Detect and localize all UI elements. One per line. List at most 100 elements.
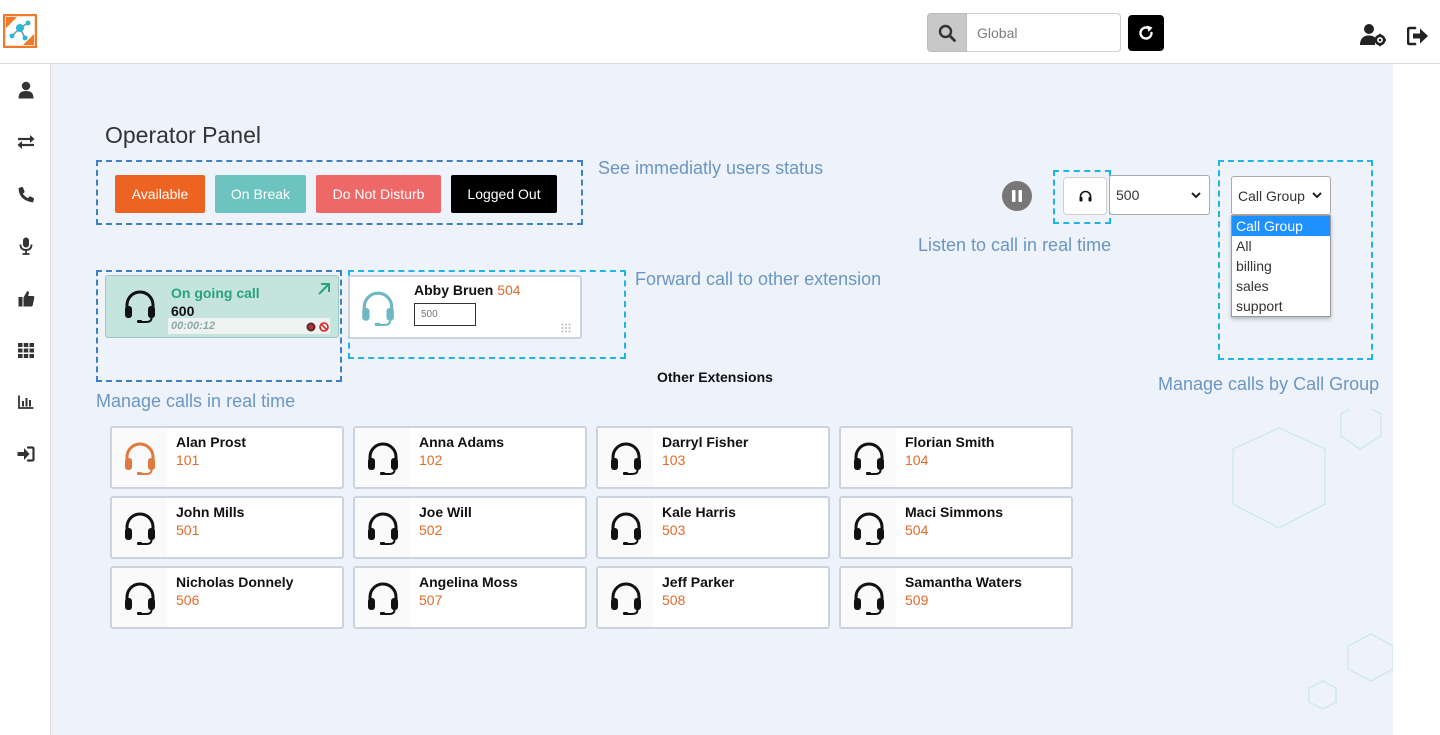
extension-card[interactable]: Kale Harris 503 [596,496,830,559]
sidebar-item-phone[interactable] [14,182,38,206]
grid-icon [18,342,34,358]
extension-headset [355,498,410,557]
call-group-option[interactable]: support [1232,296,1330,316]
call-group-select[interactable]: Call Group [1231,176,1331,215]
call-group-option[interactable]: All [1232,236,1330,256]
extension-name: Samantha Waters [905,574,1022,590]
extension-select-value: 500 [1116,187,1140,203]
status-logged-out-button[interactable]: Logged Out [451,175,557,213]
thumbs-up-icon [18,290,34,306]
sidebar-item-feedback[interactable] [14,286,38,310]
chevron-down-icon [1312,192,1322,199]
extension-headset [598,498,653,557]
sidebar-item-dashboard[interactable] [14,338,38,362]
headset-icon [367,582,398,615]
page-title: Operator Panel [105,122,261,148]
call-group-option[interactable]: sales [1232,276,1330,296]
extension-name: Maci Simmons [905,504,1004,520]
extension-number: 103 [662,452,686,468]
headset-icon [610,512,641,545]
call-group-option[interactable]: billing [1232,256,1330,276]
extension-name: Angelina Moss [419,574,518,590]
search-button[interactable] [927,13,967,52]
headset-icon [124,442,155,475]
annotation-listen: Listen to call in real time [918,235,1112,255]
sidebar-item-reports[interactable] [14,390,38,414]
headset-icon [367,442,398,475]
forward-call-card[interactable]: Abby Bruen 504 [348,275,582,339]
extension-headset [841,428,896,487]
extension-card[interactable]: John Mills 501 [110,496,344,559]
extension-headset [841,498,896,557]
ongoing-call-card[interactable]: On going call 600 00:00:12 [105,275,339,338]
extension-card[interactable]: Jeff Parker 508 [596,566,830,629]
hangup-icon[interactable] [319,322,329,332]
drag-handle-icon[interactable] [561,323,571,333]
extension-headset [598,568,653,627]
extension-number: 509 [905,592,929,608]
extension-name: Alan Prost [176,434,247,450]
call-timer: 00:00:12 [171,320,216,332]
sidebar-item-login[interactable] [14,442,38,466]
call-timer-bar: 00:00:12 [168,318,330,334]
sidebar-item-recordings[interactable] [14,234,38,258]
extension-headset [112,568,167,627]
record-icon[interactable] [306,322,316,332]
refresh-icon [1139,25,1153,40]
global-search [927,13,1121,52]
status-do-not-disturb-button[interactable]: Do Not Disturb [316,175,441,213]
forward-contact-name: Abby Bruen [414,282,494,298]
extension-card[interactable]: Angelina Moss 507 [353,566,587,629]
search-input[interactable] [967,13,1121,52]
extension-number: 102 [419,452,443,468]
annotation-call-group: Manage calls by Call Group [1158,374,1380,394]
phone-icon [18,186,34,202]
extension-card[interactable]: Florian Smith 104 [839,426,1073,489]
microphone-icon [19,237,33,255]
extension-card[interactable]: Joe Will 502 [353,496,587,559]
extension-number: 503 [662,522,686,538]
extension-name: Joe Will [419,504,472,520]
extension-card[interactable]: Samantha Waters 509 [839,566,1073,629]
headset-icon [125,290,155,323]
extension-select[interactable]: 500 [1109,175,1210,215]
transfer-arrows-icon [17,135,35,149]
extension-card[interactable]: Darryl Fisher 103 [596,426,830,489]
extension-card[interactable]: Maci Simmons 504 [839,496,1073,559]
extension-card[interactable]: Alan Prost 101 [110,426,344,489]
call-group-option[interactable]: Call Group [1232,216,1330,236]
headset-icon [362,291,394,326]
extension-card[interactable]: Nicholas Donnely 506 [110,566,344,629]
refresh-button[interactable] [1128,15,1164,51]
headset-icon [367,512,398,545]
extension-number: 502 [419,522,443,538]
call-group-dropdown: Call Group All billing sales support [1231,215,1331,317]
annotation-users-status: See immediatly users status [598,158,824,178]
extension-headset [112,498,167,557]
user-settings-icon[interactable] [1360,23,1386,47]
forward-extension-input[interactable] [414,303,476,326]
extension-card[interactable]: Anna Adams 102 [353,426,587,489]
annotation-manage-realtime: Manage calls in real time [96,391,296,411]
extension-name: John Mills [176,504,245,520]
forward-contact: Abby Bruen 504 [414,282,521,298]
right-margin [1393,64,1440,735]
pause-button[interactable] [1002,181,1032,211]
extension-name: Florian Smith [905,434,995,450]
user-icon [18,81,34,99]
extension-headset [841,568,896,627]
extension-name: Jeff Parker [662,574,735,590]
extension-name: Anna Adams [419,434,505,450]
listen-button[interactable] [1063,177,1107,215]
outgoing-arrow-icon [318,283,330,295]
sidebar-item-transfer[interactable] [14,130,38,154]
logout-icon[interactable] [1407,26,1429,46]
extension-number: 104 [905,452,929,468]
chevron-down-icon [1191,191,1201,198]
sign-in-icon [17,446,35,462]
status-on-break-button[interactable]: On Break [215,175,306,213]
app-logo[interactable] [3,14,37,48]
sidebar-item-users[interactable] [14,78,38,102]
status-available-button[interactable]: Available [115,175,205,213]
other-extensions-title: Other Extensions [657,369,773,385]
